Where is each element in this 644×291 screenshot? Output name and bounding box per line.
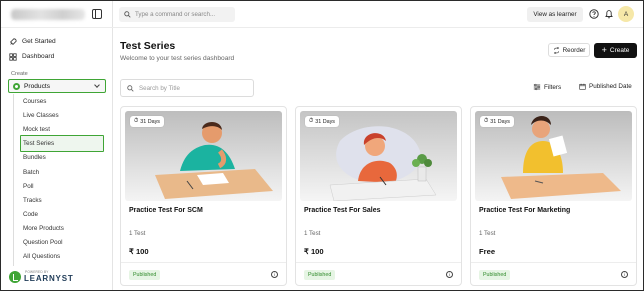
create-button[interactable]: + Create bbox=[594, 43, 637, 58]
help-icon[interactable] bbox=[589, 9, 599, 19]
card-title: Practice Test For SCM bbox=[129, 207, 203, 214]
sidebar-item-dashboard[interactable]: Dashboard bbox=[9, 50, 54, 63]
test-series-card[interactable]: ⏱ 31 Days Practice Test For Sales 1 Test… bbox=[295, 106, 462, 286]
learnyst-logo-icon bbox=[9, 271, 21, 283]
submenu-item-code[interactable]: Code bbox=[23, 211, 38, 218]
page-title: Test Series bbox=[120, 40, 176, 52]
filters-label: Filters bbox=[544, 83, 562, 91]
submenu-item-bundles[interactable]: Bundles bbox=[23, 154, 46, 161]
test-series-card[interactable]: ⏱ 31 Days Practice Test For SCM 1 Test ₹… bbox=[120, 106, 287, 286]
plus-icon: + bbox=[601, 45, 607, 55]
products-icon bbox=[13, 82, 20, 90]
learnyst-logo: POWERED BY LEARNYST bbox=[9, 270, 74, 283]
sort-published-date-button[interactable]: Published Date bbox=[579, 83, 632, 90]
filter-sliders-icon bbox=[533, 83, 541, 91]
logo-powered-by: POWERED BY bbox=[25, 270, 49, 274]
submenu-item-all-questions[interactable]: All Questions bbox=[23, 253, 60, 260]
sidebar-item-label: Get Started bbox=[22, 38, 56, 45]
card-test-count: 1 Test bbox=[479, 230, 496, 237]
chevron-down-icon bbox=[94, 82, 100, 88]
calendar-icon bbox=[579, 83, 586, 90]
command-placeholder: Type a command or search... bbox=[135, 11, 216, 18]
days-label: 31 Days bbox=[140, 118, 160, 125]
products-submenu: Courses Live Classes Mock test Test Seri… bbox=[13, 94, 105, 266]
sidebar-header bbox=[1, 1, 113, 28]
days-label: 31 Days bbox=[315, 118, 335, 125]
sidebar-item-label: Dashboard bbox=[22, 53, 55, 60]
card-test-count: 1 Test bbox=[129, 230, 146, 237]
bell-icon[interactable] bbox=[604, 9, 614, 19]
submenu-item-batch[interactable]: Batch bbox=[23, 169, 39, 176]
sidebar-item-label: Products bbox=[24, 82, 51, 90]
info-icon[interactable]: i bbox=[446, 271, 453, 278]
duration-badge: ⏱ 31 Days bbox=[305, 116, 339, 127]
brand-logo-blurred bbox=[11, 9, 85, 20]
app-window: Get Started Dashboard Create Products Co… bbox=[0, 0, 644, 291]
card-price: ₹ 100 bbox=[304, 247, 324, 256]
submenu-item-more-products[interactable]: More Products bbox=[23, 225, 64, 232]
rocket-icon bbox=[10, 37, 17, 45]
section-label-create: Create bbox=[11, 71, 28, 77]
card-illustration: ⏱ 31 Days bbox=[300, 111, 457, 201]
card-title: Practice Test For Sales bbox=[304, 207, 381, 214]
page-subtitle: Welcome to your test series dashboard bbox=[120, 55, 235, 62]
timer-icon: ⏱ bbox=[134, 118, 139, 124]
submenu-item-live-classes[interactable]: Live Classes bbox=[23, 112, 59, 119]
card-illustration: ⏱ 31 Days bbox=[125, 111, 282, 201]
test-series-card[interactable]: ⏱ 31 Days Practice Test For Marketing 1 … bbox=[470, 106, 637, 286]
reorder-icon bbox=[553, 46, 559, 54]
timer-icon: ⏱ bbox=[484, 118, 489, 124]
status-badge: Published bbox=[129, 270, 161, 280]
create-label: Create bbox=[609, 47, 630, 54]
submenu-item-mock-test[interactable]: Mock test bbox=[23, 126, 50, 133]
card-title: Practice Test For Marketing bbox=[479, 207, 571, 214]
card-divider bbox=[296, 262, 461, 263]
status-badge: Published bbox=[304, 270, 336, 280]
days-label: 31 Days bbox=[490, 118, 510, 125]
topbar: Type a command or search... View as lear… bbox=[113, 1, 643, 28]
command-search-input[interactable]: Type a command or search... bbox=[119, 7, 235, 22]
card-price: Free bbox=[479, 247, 496, 256]
duration-badge: ⏱ 31 Days bbox=[130, 116, 164, 127]
card-illustration: ⏱ 31 Days bbox=[475, 111, 632, 201]
submenu-item-poll[interactable]: Poll bbox=[23, 183, 34, 190]
timer-icon: ⏱ bbox=[309, 118, 314, 124]
duration-badge: ⏱ 31 Days bbox=[480, 116, 514, 127]
filters-button[interactable]: Filters bbox=[533, 83, 561, 91]
card-test-count: 1 Test bbox=[304, 230, 321, 237]
card-price: ₹ 100 bbox=[129, 247, 149, 256]
sidebar-toggle-icon[interactable] bbox=[92, 9, 102, 19]
info-icon[interactable]: i bbox=[621, 271, 628, 278]
card-divider bbox=[121, 262, 286, 263]
submenu-item-courses[interactable]: Courses bbox=[23, 98, 46, 105]
sort-label: Published Date bbox=[589, 83, 632, 90]
submenu-item-test-series[interactable]: Test Series bbox=[23, 140, 54, 147]
avatar[interactable]: A bbox=[618, 6, 634, 22]
submenu-item-tracks[interactable]: Tracks bbox=[23, 197, 42, 204]
search-by-title-input[interactable]: Search by Title bbox=[120, 79, 254, 97]
view-as-learner-button[interactable]: View as learner bbox=[527, 7, 583, 22]
search-placeholder: Search by Title bbox=[139, 84, 180, 92]
search-icon bbox=[127, 84, 134, 92]
logo-text: LEARNYST bbox=[24, 274, 74, 283]
card-divider bbox=[471, 262, 636, 263]
sidebar: Get Started Dashboard Create Products Co… bbox=[1, 1, 113, 290]
reorder-button[interactable]: Reorder bbox=[548, 43, 590, 57]
submenu-item-question-pool[interactable]: Question Pool bbox=[23, 239, 63, 246]
sidebar-item-get-started[interactable]: Get Started bbox=[9, 35, 56, 48]
grid-icon bbox=[9, 52, 17, 61]
info-icon[interactable]: i bbox=[271, 271, 278, 278]
sidebar-item-products[interactable]: Products bbox=[8, 79, 106, 93]
search-icon bbox=[124, 11, 131, 18]
status-badge: Published bbox=[479, 270, 511, 280]
reorder-label: Reorder bbox=[562, 46, 586, 54]
